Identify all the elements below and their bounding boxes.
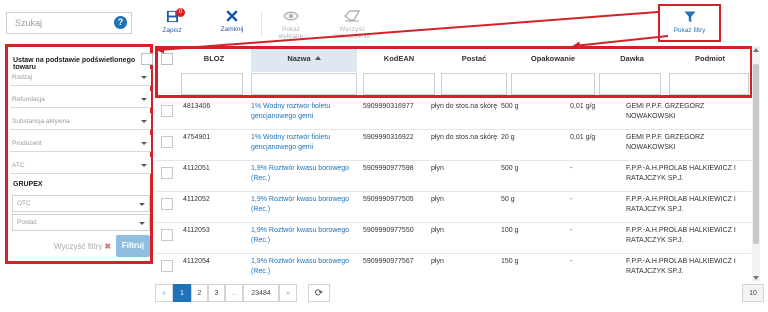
annotation-arrows bbox=[156, 11, 669, 54]
arrow-to-header-filters bbox=[572, 35, 669, 50]
